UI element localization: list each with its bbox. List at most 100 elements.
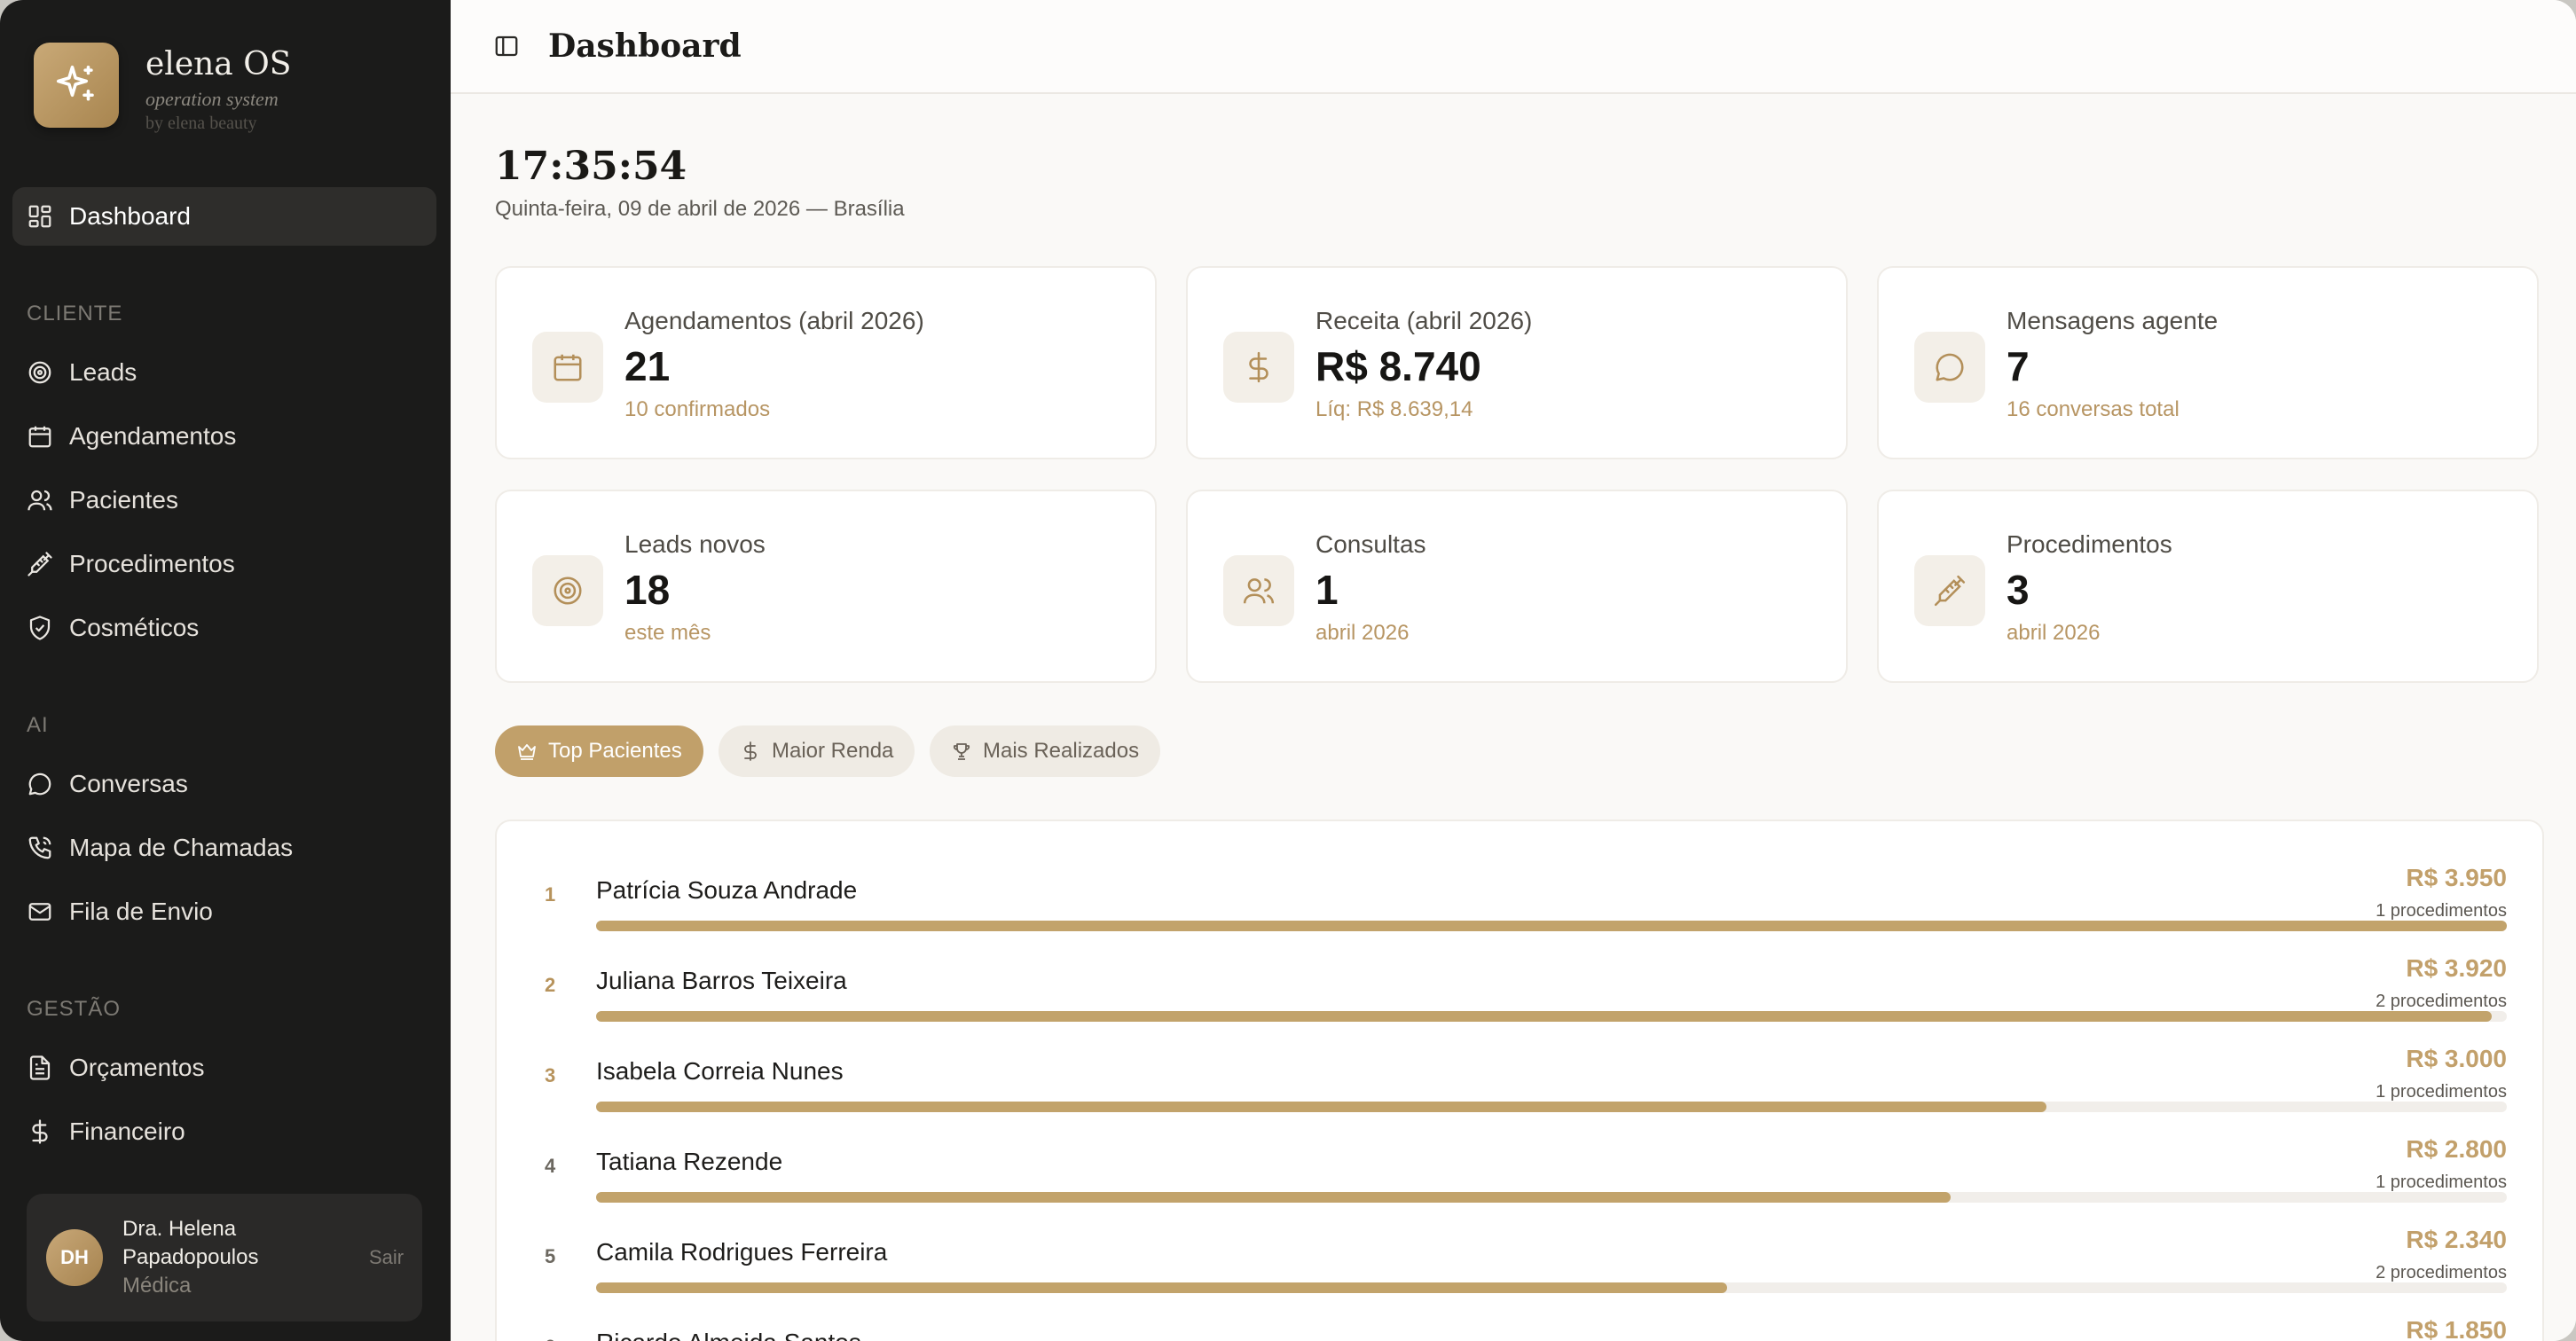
progress-fill (596, 1192, 1952, 1203)
syringe-icon (27, 552, 52, 576)
stat-sub: abril 2026 (1315, 621, 1410, 645)
page-title: Dashboard (548, 27, 742, 65)
stat-card-consultas[interactable]: Consultas 1 abril 2026 (1186, 490, 1848, 683)
rank-number: 6 (545, 1336, 555, 1341)
stat-card-leads[interactable]: Leads novos 18 este mês (495, 490, 1157, 683)
stat-value: 1 (1315, 567, 1339, 613)
tab-maior-renda[interactable]: Maior Renda (719, 725, 915, 777)
stat-label: Consultas (1315, 530, 1426, 558)
logout-button[interactable]: Sair (369, 1246, 404, 1269)
rank-number: 1 (545, 883, 556, 906)
user-card: DH Dra. Helena Papadopoulos Médica Sair (27, 1194, 422, 1321)
progress-fill (596, 1011, 2492, 1022)
sidebar-item-procedimentos[interactable]: Procedimentos (12, 535, 436, 593)
phone-call-icon (28, 836, 51, 859)
progress-fill (596, 1282, 1728, 1293)
sidebar-item-label: Fila de Envio (69, 898, 213, 925)
sidebar-item-label: Cosméticos (69, 614, 200, 641)
topbar: Dashboard (451, 0, 2576, 94)
stat-value: 21 (624, 343, 671, 389)
stat-label: Procedimentos (2007, 530, 2172, 558)
tab-label: Mais Realizados (983, 739, 1140, 763)
sidebar-item-orcamentos[interactable]: Orçamentos (12, 1039, 436, 1097)
dollar-icon (32, 1119, 48, 1144)
sidebar-item-leads[interactable]: Leads (12, 343, 436, 402)
list-item[interactable]: 3 Isabela Correia Nunes R$ 3.000 1 proce… (497, 1039, 2542, 1130)
stat-card-receita[interactable]: Receita (abril 2026) R$ 8.740 Líq: R$ 8.… (1186, 266, 1848, 459)
calendar-icon (28, 426, 51, 448)
stat-sub: 16 conversas total (2007, 397, 2179, 421)
patient-amount: R$ 2.340 (2406, 1226, 2507, 1253)
list-item[interactable]: 5 Camila Rodrigues Ferreira R$ 2.340 2 p… (497, 1220, 2542, 1311)
patient-name: Juliana Barros Teixeira (596, 967, 847, 994)
section-gestao: GESTÃO (27, 997, 122, 1021)
stat-sub: abril 2026 (2007, 621, 2101, 645)
patient-amount: R$ 3.920 (2406, 954, 2507, 982)
procedure-count: 2 procedimentos (2376, 1263, 2507, 1282)
progress-fill (596, 1102, 2046, 1112)
rank-number: 2 (545, 974, 556, 996)
sidebar-item-financeiro[interactable]: Financeiro (12, 1102, 436, 1161)
section-ai: AI (27, 713, 49, 737)
list-item[interactable]: 4 Tatiana Rezende R$ 2.800 1 procediment… (497, 1130, 2542, 1220)
sidebar-item-label: Leads (69, 358, 137, 386)
patient-amount: R$ 2.800 (2406, 1135, 2507, 1163)
sidebar-item-fila-de-envio[interactable]: Fila de Envio (12, 882, 436, 941)
progress-track (596, 1102, 2507, 1112)
stat-value: 18 (624, 567, 671, 613)
crown-icon (518, 744, 536, 760)
stat-sub: este mês (624, 621, 711, 645)
layout-grid-icon (28, 205, 51, 228)
procedure-count: 2 procedimentos (2376, 992, 2507, 1011)
stat-card-mensagens[interactable]: Mensagens agente 7 16 conversas total (1877, 266, 2539, 459)
patient-name: Camila Rodrigues Ferreira (596, 1238, 888, 1266)
stat-card-agendamentos[interactable]: Agendamentos (abril 2026) 21 10 confirma… (495, 266, 1157, 459)
progress-fill (596, 921, 2507, 931)
patient-name: Patrícia Souza Andrade (596, 876, 858, 904)
sidebar-item-conversas[interactable]: Conversas (12, 755, 436, 813)
stat-value: 3 (2007, 567, 2030, 613)
sidebar: elena OS operation system by elena beaut… (0, 0, 451, 1341)
stat-sub: Líq: R$ 8.639,14 (1315, 397, 1473, 421)
tab-mais-realizados[interactable]: Mais Realizados (930, 725, 1161, 777)
brand-byline: by elena beauty (145, 114, 257, 133)
rank-number: 4 (545, 1155, 556, 1177)
clock-time: 17:35:54 (495, 144, 687, 189)
stat-sub: 10 confirmados (624, 397, 771, 421)
calendar-icon (532, 332, 603, 403)
ranking-list: 1 Patrícia Souza Andrade R$ 3.950 1 proc… (495, 820, 2544, 1341)
sidebar-item-mapa-de-chamadas[interactable]: Mapa de Chamadas (12, 819, 436, 877)
patient-amount: R$ 1.850 (2406, 1316, 2507, 1341)
sidebar-item-cosmeticos[interactable]: Cosméticos (12, 599, 436, 657)
sparkles-logo-icon (34, 43, 119, 128)
sidebar-item-dashboard[interactable]: Dashboard (12, 187, 436, 246)
stat-value: R$ 8.740 (1315, 343, 1481, 389)
patient-name: Isabela Correia Nunes (596, 1057, 844, 1085)
rank-number: 3 (545, 1064, 556, 1086)
sidebar-item-label: Pacientes (69, 486, 178, 514)
patient-amount: R$ 3.950 (2406, 864, 2507, 891)
stat-label: Receita (abril 2026) (1315, 307, 1533, 334)
progress-track (596, 1192, 2507, 1203)
list-item[interactable]: 1 Patrícia Souza Andrade R$ 3.950 1 proc… (497, 859, 2542, 949)
message-icon (1914, 332, 1985, 403)
user-name: Dra. Helena Papadopoulos (122, 1217, 259, 1269)
sidebar-toggle-icon[interactable] (493, 33, 520, 59)
sidebar-item-label: Mapa de Chamadas (69, 834, 294, 861)
list-item[interactable]: 2 Juliana Barros Teixeira R$ 3.920 2 pro… (497, 949, 2542, 1039)
tab-top-pacientes[interactable]: Top Pacientes (495, 725, 703, 777)
file-text-icon (29, 1055, 51, 1080)
procedure-count: 1 procedimentos (2376, 901, 2507, 921)
tab-label: Top Pacientes (548, 739, 682, 763)
dollar-icon (744, 741, 757, 761)
patient-amount: R$ 3.000 (2406, 1045, 2507, 1072)
sidebar-item-agendamentos[interactable]: Agendamentos (12, 407, 436, 466)
sidebar-item-pacientes[interactable]: Pacientes (12, 471, 436, 529)
stat-value: 7 (2007, 343, 2030, 389)
stat-card-procedimentos[interactable]: Procedimentos 3 abril 2026 (1877, 490, 2539, 683)
progress-track (596, 1011, 2507, 1022)
target-icon (532, 555, 603, 626)
shield-check-icon (29, 616, 51, 640)
list-item[interactable]: 6 Ricardo Almeida Santos R$ 1.850 (497, 1311, 2542, 1341)
app-window: elena OS operation system by elena beaut… (0, 0, 2576, 1341)
